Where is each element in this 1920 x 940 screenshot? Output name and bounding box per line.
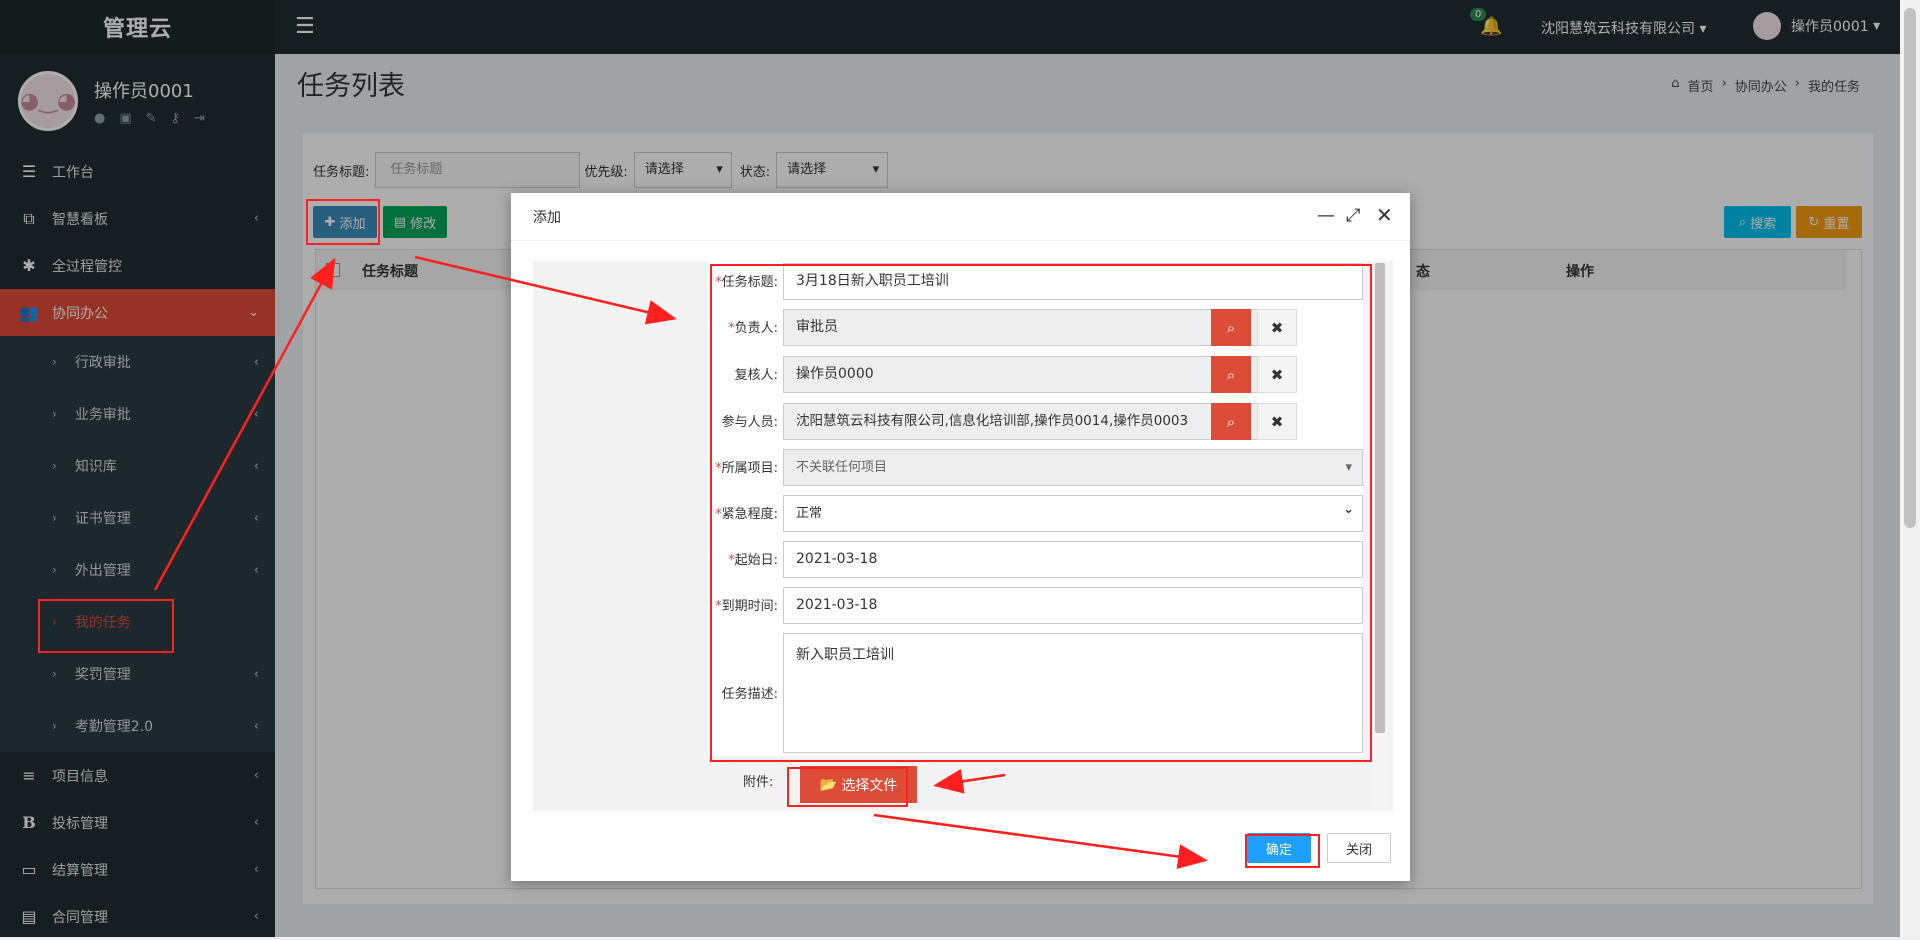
page-scrollbar[interactable] [1900, 0, 1920, 937]
attachment-label: 附件: [743, 775, 774, 790]
annotation-box-add [306, 199, 380, 245]
dialog-scrollbar-thumb[interactable] [1375, 263, 1385, 733]
annotation-box-choose-file [787, 767, 908, 807]
close-button[interactable]: 关闭 [1327, 833, 1391, 863]
minimize-icon[interactable]: — [1317, 205, 1335, 226]
dialog-title: 添加 [533, 209, 561, 226]
close-icon[interactable]: ✕ [1376, 203, 1393, 227]
page-scrollbar-thumb[interactable] [1904, 8, 1916, 528]
annotation-box-confirm [1245, 834, 1320, 868]
dialog-scrollbar[interactable] [1373, 261, 1387, 811]
annotation-box-my-tasks [38, 599, 174, 653]
dialog-header: 添加 — ⤢ ✕ [511, 193, 1410, 241]
maximize-icon[interactable]: ⤢ [1346, 205, 1360, 226]
annotation-box-form [710, 264, 1372, 762]
